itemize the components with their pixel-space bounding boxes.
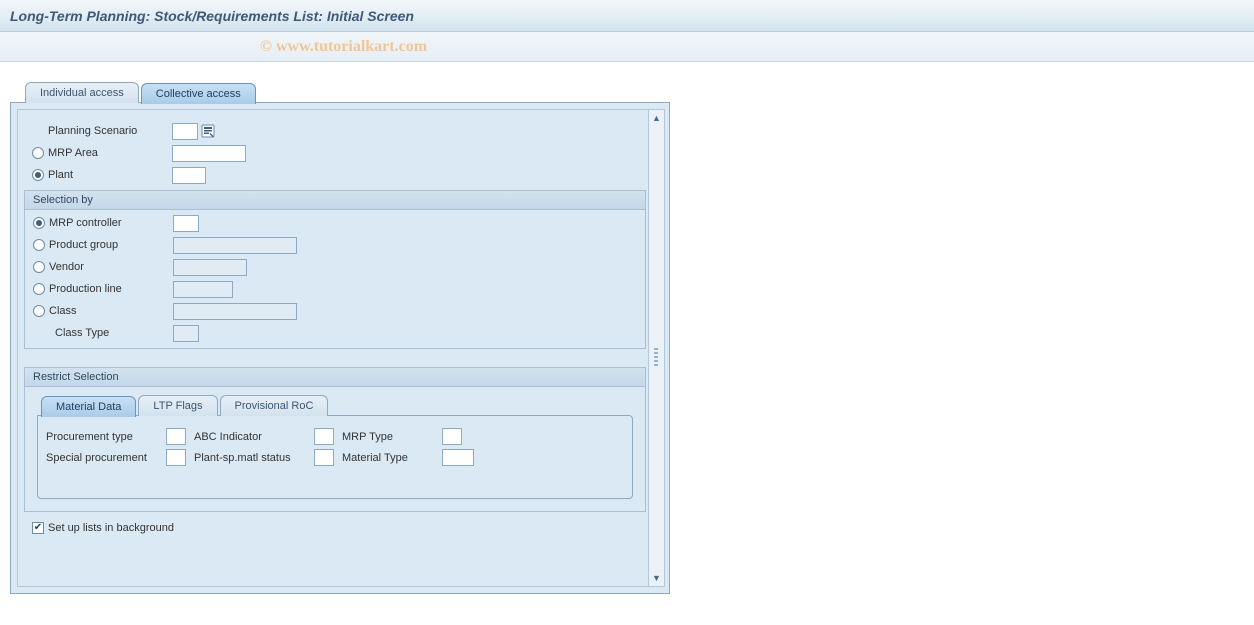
tab-ltp-flags[interactable]: LTP Flags <box>138 395 217 416</box>
label-vendor: Vendor <box>49 261 84 273</box>
tab-label: LTP Flags <box>153 400 202 412</box>
label-class-type: Class Type <box>55 327 109 339</box>
input-class-type[interactable] <box>173 325 199 342</box>
checkbox-setup-lists[interactable]: ✔ <box>32 522 44 534</box>
label-setup-lists: Set up lists in background <box>48 522 174 534</box>
label-product-group: Product group <box>49 239 118 251</box>
label-plant-sp-status: Plant-sp.matl status <box>194 452 314 464</box>
input-mrp-area[interactable] <box>172 145 246 162</box>
main-panel: Planning Scenario MRP Area <box>10 102 670 594</box>
input-material-type[interactable] <box>442 449 474 466</box>
inner-panel-material-data: Procurement type ABC Indicator MRP Type … <box>37 415 633 499</box>
label-class: Class <box>49 305 77 317</box>
input-abc-indicator[interactable] <box>314 428 334 445</box>
titlebar: Long-Term Planning: Stock/Requirements L… <box>0 0 1254 32</box>
label-procurement-type: Procurement type <box>46 431 166 443</box>
radio-mrp-area[interactable] <box>32 147 44 159</box>
label-special-procurement: Special procurement <box>46 452 166 464</box>
vertical-scrollbar[interactable]: ▲ ▼ <box>648 110 664 586</box>
radio-mrp-controller[interactable] <box>33 217 45 229</box>
app-toolbar <box>0 32 1254 62</box>
search-help-icon[interactable] <box>200 123 216 139</box>
input-product-group[interactable] <box>173 237 297 254</box>
group-header-selection: Selection by <box>25 191 645 210</box>
input-vendor[interactable] <box>173 259 247 276</box>
label-production-line: Production line <box>49 283 122 295</box>
scroll-down-icon[interactable]: ▼ <box>649 570 665 586</box>
radio-vendor[interactable] <box>33 261 45 273</box>
radio-plant[interactable] <box>32 169 44 181</box>
input-planning-scenario[interactable] <box>172 123 198 140</box>
label-mrp-area: MRP Area <box>48 147 98 159</box>
label-plant: Plant <box>48 169 73 181</box>
group-header-restrict: Restrict Selection <box>25 368 645 387</box>
radio-production-line[interactable] <box>33 283 45 295</box>
outer-tabstrip: Individual access Collective access <box>25 82 1254 103</box>
tab-label: Provisional RoC <box>235 400 314 412</box>
scroll-pane: Planning Scenario MRP Area <box>17 109 665 587</box>
tab-label: Individual access <box>40 87 124 99</box>
label-mrp-controller: MRP controller <box>49 217 122 229</box>
label-planning-scenario: Planning Scenario <box>48 125 137 137</box>
input-plant[interactable] <box>172 167 206 184</box>
tab-individual-access[interactable]: Individual access <box>25 82 139 103</box>
label-abc-indicator: ABC Indicator <box>194 431 314 443</box>
inner-tabstrip: Material Data LTP Flags Provisional RoC <box>41 395 645 416</box>
tab-label: Material Data <box>56 401 121 413</box>
label-material-type: Material Type <box>342 452 442 464</box>
radio-product-group[interactable] <box>33 239 45 251</box>
input-plant-sp-status[interactable] <box>314 449 334 466</box>
input-production-line[interactable] <box>173 281 233 298</box>
input-class[interactable] <box>173 303 297 320</box>
input-mrp-type[interactable] <box>442 428 462 445</box>
group-selection-by: Selection by MRP controller Product grou… <box>24 190 646 349</box>
input-mrp-controller[interactable] <box>173 215 199 232</box>
radio-class[interactable] <box>33 305 45 317</box>
page-title: Long-Term Planning: Stock/Requirements L… <box>10 8 414 24</box>
tab-provisional-roc[interactable]: Provisional RoC <box>220 395 329 416</box>
group-restrict-selection: Restrict Selection Material Data LTP Fla… <box>24 367 646 512</box>
tab-collective-access[interactable]: Collective access <box>141 83 256 104</box>
label-mrp-type: MRP Type <box>342 431 442 443</box>
scroll-grip-icon[interactable] <box>654 348 658 368</box>
scroll-up-icon[interactable]: ▲ <box>649 110 665 126</box>
input-procurement-type[interactable] <box>166 428 186 445</box>
input-special-procurement[interactable] <box>166 449 186 466</box>
tab-material-data[interactable]: Material Data <box>41 396 136 417</box>
tab-label: Collective access <box>156 88 241 100</box>
footer-row: ✔ Set up lists in background <box>24 518 646 538</box>
